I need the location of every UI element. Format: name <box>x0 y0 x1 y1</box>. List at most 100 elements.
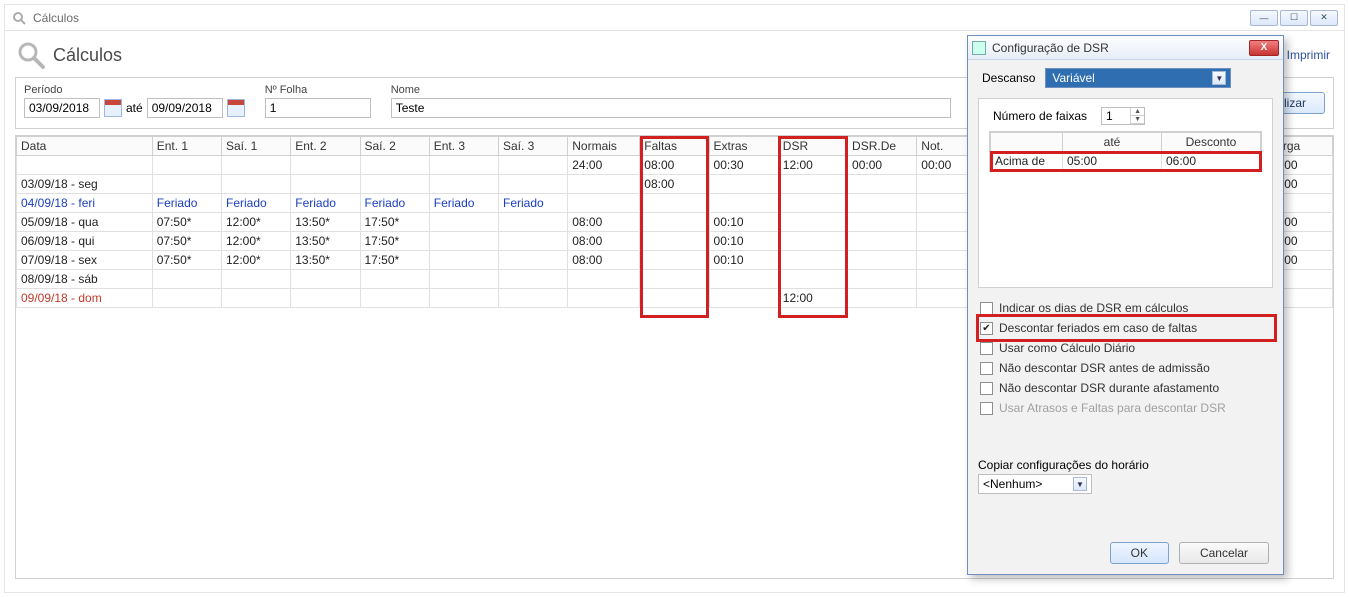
col-header[interactable]: Saí. 1 <box>222 137 291 156</box>
table-cell[interactable]: Feriado <box>499 194 568 213</box>
table-cell[interactable]: 13:50* <box>291 232 360 251</box>
table-cell[interactable] <box>568 175 640 194</box>
table-cell[interactable] <box>568 270 640 289</box>
table-cell[interactable]: 12:00* <box>222 232 291 251</box>
table-cell[interactable]: 07:50* <box>152 232 221 251</box>
col-header[interactable]: DSR <box>778 137 847 156</box>
table-cell[interactable]: 17:50* <box>360 232 429 251</box>
table-cell[interactable]: 17:50* <box>360 251 429 270</box>
table-cell[interactable]: Feriado <box>429 194 498 213</box>
cancel-button[interactable]: Cancelar <box>1179 542 1269 564</box>
table-cell[interactable] <box>640 270 709 289</box>
table-cell[interactable] <box>640 289 709 308</box>
col-header[interactable]: Faltas <box>640 137 709 156</box>
folha-input[interactable] <box>265 98 371 118</box>
table-cell[interactable]: 09/09/18 - dom <box>17 289 153 308</box>
table-cell[interactable]: 07:50* <box>152 251 221 270</box>
table-cell[interactable]: 06/09/18 - qui <box>17 232 153 251</box>
col-header[interactable]: Saí. 3 <box>499 137 568 156</box>
table-cell[interactable] <box>778 270 847 289</box>
periodo-de-input[interactable] <box>24 98 100 118</box>
table-cell[interactable] <box>222 270 291 289</box>
table-cell[interactable] <box>152 289 221 308</box>
table-cell[interactable] <box>848 213 917 232</box>
col-header[interactable]: Ent. 1 <box>152 137 221 156</box>
table-cell[interactable]: 07:50* <box>152 213 221 232</box>
table-cell[interactable]: 04/09/18 - feri <box>17 194 153 213</box>
table-cell[interactable]: 12:00 <box>778 289 847 308</box>
close-button[interactable]: ✕ <box>1310 10 1338 26</box>
col-header[interactable]: Normais <box>568 137 640 156</box>
table-cell[interactable]: 08:00 <box>568 213 640 232</box>
table-cell[interactable] <box>291 270 360 289</box>
periodo-ate-input[interactable] <box>147 98 223 118</box>
table-cell[interactable] <box>778 175 847 194</box>
table-cell[interactable] <box>709 175 778 194</box>
table-cell[interactable]: Feriado <box>152 194 221 213</box>
option-checkbox[interactable]: Indicar os dias de DSR em cálculos <box>980 298 1273 318</box>
table-cell[interactable] <box>291 175 360 194</box>
table-cell[interactable]: 08:00 <box>640 175 709 194</box>
col-header[interactable]: Data <box>17 137 153 156</box>
table-cell[interactable]: 00:10 <box>709 213 778 232</box>
table-cell[interactable]: 05/09/18 - qua <box>17 213 153 232</box>
table-cell[interactable] <box>152 270 221 289</box>
table-cell[interactable] <box>640 232 709 251</box>
table-cell[interactable] <box>360 175 429 194</box>
grid-ate-cell[interactable]: 05:00 <box>1063 152 1162 171</box>
table-cell[interactable]: 12:00* <box>222 213 291 232</box>
table-cell[interactable] <box>429 270 498 289</box>
table-cell[interactable] <box>640 194 709 213</box>
table-cell[interactable] <box>848 175 917 194</box>
table-cell[interactable] <box>568 194 640 213</box>
table-cell[interactable]: 13:50* <box>291 251 360 270</box>
table-cell[interactable]: Feriado <box>291 194 360 213</box>
table-cell[interactable] <box>778 232 847 251</box>
table-cell[interactable] <box>848 289 917 308</box>
table-cell[interactable] <box>778 251 847 270</box>
table-cell[interactable] <box>568 289 640 308</box>
table-cell[interactable]: 08:00 <box>568 251 640 270</box>
table-cell[interactable]: 13:50* <box>291 213 360 232</box>
table-cell[interactable] <box>499 270 568 289</box>
col-header[interactable]: Saí. 2 <box>360 137 429 156</box>
table-cell[interactable]: 08/09/18 - sáb <box>17 270 153 289</box>
table-cell[interactable] <box>778 213 847 232</box>
table-cell[interactable] <box>499 251 568 270</box>
table-cell[interactable] <box>848 270 917 289</box>
table-cell[interactable] <box>222 175 291 194</box>
table-cell[interactable]: Feriado <box>360 194 429 213</box>
spin-down-icon[interactable]: ▼ <box>1131 116 1144 124</box>
table-cell[interactable] <box>429 251 498 270</box>
table-cell[interactable] <box>222 289 291 308</box>
table-cell[interactable] <box>291 289 360 308</box>
table-cell[interactable] <box>360 270 429 289</box>
table-cell[interactable] <box>709 289 778 308</box>
table-cell[interactable]: 17:50* <box>360 213 429 232</box>
copiar-select[interactable]: <Nenhum> ▼ <box>978 474 1092 494</box>
table-cell[interactable] <box>709 194 778 213</box>
calendar-icon[interactable] <box>227 99 245 117</box>
table-cell[interactable]: 00:10 <box>709 232 778 251</box>
table-cell[interactable] <box>640 251 709 270</box>
table-cell[interactable] <box>848 194 917 213</box>
table-cell[interactable] <box>778 194 847 213</box>
table-cell[interactable] <box>499 289 568 308</box>
table-cell[interactable]: 07/09/18 - sex <box>17 251 153 270</box>
table-cell[interactable] <box>429 175 498 194</box>
option-checkbox[interactable]: Usar como Cálculo Diário <box>980 338 1273 358</box>
maximize-button[interactable]: ☐ <box>1280 10 1308 26</box>
col-header[interactable]: DSR.De <box>848 137 917 156</box>
table-cell[interactable] <box>499 213 568 232</box>
option-checkbox[interactable]: ✔Descontar feriados em caso de faltas <box>980 318 1273 338</box>
option-checkbox[interactable]: Não descontar DSR antes de admissão <box>980 358 1273 378</box>
calendar-icon[interactable] <box>104 99 122 117</box>
table-cell[interactable] <box>848 232 917 251</box>
col-header[interactable]: Ent. 3 <box>429 137 498 156</box>
nome-input[interactable] <box>391 98 951 118</box>
table-cell[interactable]: Feriado <box>222 194 291 213</box>
grid-desconto-cell[interactable]: 06:00 <box>1162 152 1261 171</box>
table-cell[interactable]: 03/09/18 - seg <box>17 175 153 194</box>
table-cell[interactable] <box>499 232 568 251</box>
descanso-select[interactable]: Variável ▼ <box>1045 68 1231 88</box>
